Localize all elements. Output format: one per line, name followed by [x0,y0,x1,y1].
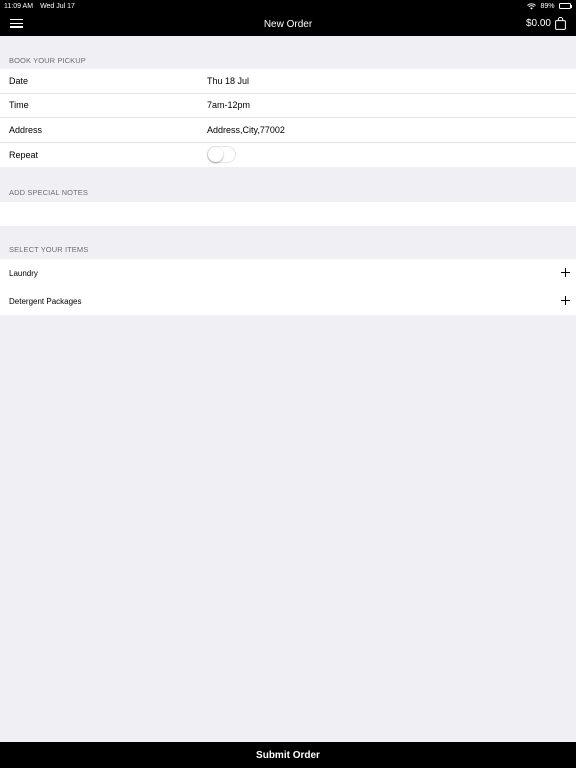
shopping-bag-icon [555,17,566,30]
items-group: Laundry Detergent Packages [0,259,576,315]
cart-button[interactable]: $0.00 [526,17,566,30]
item-label: Laundry [9,268,38,278]
submit-order-button[interactable]: Submit Order [0,742,576,768]
battery-percent: 89% [540,2,555,10]
wifi-icon [527,2,537,9]
time-row[interactable]: Time 7am-12pm [0,94,576,118]
status-date: Wed Jul 17 [40,2,75,10]
battery-icon [558,3,572,9]
date-value: Thu 18 Jul [207,75,250,86]
date-label: Date [9,75,29,86]
repeat-label: Repeat [9,149,39,160]
pickup-group: Date Thu 18 Jul Time 7am-12pm Address Ad… [0,69,576,167]
time-label: Time [9,100,29,111]
item-label: Detergent Packages [9,296,82,306]
address-row[interactable]: Address Address,City,77002 [0,118,576,143]
items-section-header: SELECT YOUR ITEMS [9,245,89,254]
page-title: New Order [263,19,313,30]
address-label: Address [9,124,43,135]
notes-section-header: ADD SPECIAL NOTES [9,188,88,197]
pickup-section-header: BOOK YOUR PICKUP [9,56,86,65]
repeat-toggle[interactable] [207,145,236,163]
date-row[interactable]: Date Thu 18 Jul [0,69,576,94]
status-time: 11:09 AM [4,2,34,10]
repeat-row: Repeat [0,143,576,168]
item-row-laundry[interactable]: Laundry [0,259,576,287]
time-value: 7am-12pm [207,100,251,111]
plus-icon[interactable] [561,296,570,305]
special-notes-input[interactable] [0,202,576,226]
nav-bar: New Order $0.00 [0,12,576,36]
plus-icon[interactable] [561,268,570,277]
item-row-detergent-packages[interactable]: Detergent Packages [0,287,576,315]
toggle-knob [208,146,223,162]
cart-total: $0.00 [525,18,551,29]
status-bar: 11:09 AM Wed Jul 17 89% [0,0,576,12]
status-right: 89% [527,3,572,10]
address-value: Address,City,77002 [207,124,285,135]
